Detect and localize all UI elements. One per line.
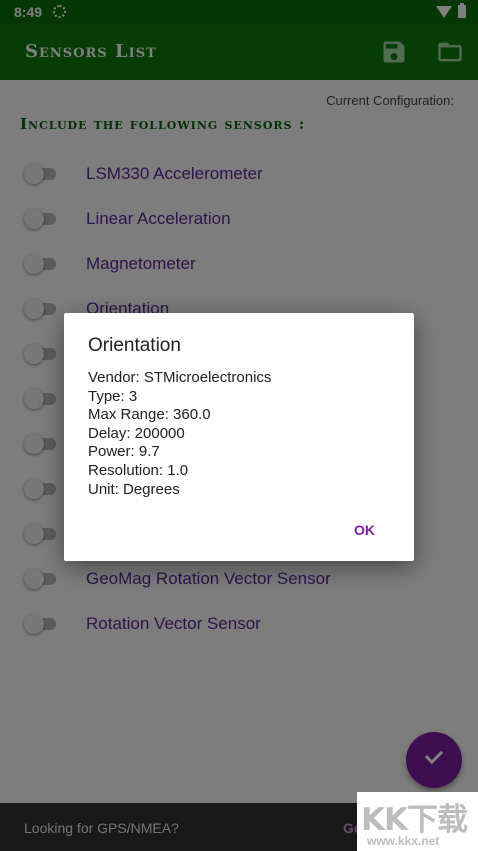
sensor-info-dialog: Orientation Vendor: STMicroelectronics T… <box>64 313 414 561</box>
watermark: KK下载 www.kkx.net <box>357 792 478 851</box>
dialog-body: Vendor: STMicroelectronics Type: 3 Max R… <box>88 369 271 499</box>
watermark-logo: KK下载 <box>361 802 468 838</box>
dialog-power: Power: 9.7 <box>88 443 160 461</box>
dialog-delay: Delay: 200000 <box>88 424 185 442</box>
dialog-type: Type: 3 <box>88 387 138 405</box>
watermark-url: www.kkx.net <box>367 834 440 848</box>
dialog-max-range: Max Range: 360.0 <box>88 406 211 424</box>
dialog-unit: Unit: Degrees <box>88 480 180 498</box>
dialog-resolution: Resolution: 1.0 <box>88 461 189 479</box>
ok-button[interactable]: OK <box>354 522 375 538</box>
dialog-title: Orientation <box>88 335 181 356</box>
dialog-vendor: Vendor: STMicroelectronics <box>88 369 272 386</box>
